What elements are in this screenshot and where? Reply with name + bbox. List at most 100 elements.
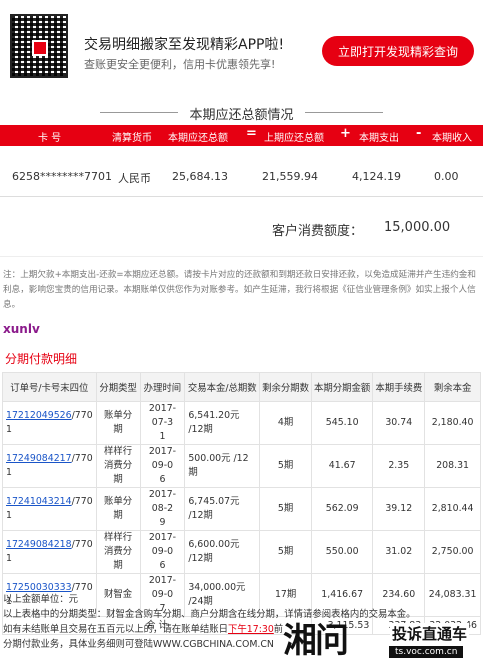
qr-code-icon: [10, 14, 68, 78]
card-tail: /770: [71, 539, 93, 550]
col-date: 办理时间: [139, 372, 186, 402]
principal-cell: 6,745.07元 /12期: [184, 487, 261, 531]
table-row: 17249084218/770 1 样样行消费分期 2017-09-0 6 6,60…: [2, 530, 481, 574]
credit-limit-label: 客户消费额度：: [272, 224, 364, 239]
amount-cell: 545.10: [311, 401, 374, 445]
summary-header-bar: 卡 号 清算货币 本期应还总额 = 上期应还总额 + 本期支出 - 本期收入: [0, 125, 483, 146]
summary-card-no: 6258********7701: [12, 170, 112, 183]
footer-unit: 以上金额单位：元: [3, 594, 79, 605]
left-cell: 2,750.00: [424, 530, 481, 574]
col-fee: 本期手续费: [372, 372, 426, 402]
date-text: 6: [159, 560, 166, 571]
equals-icon: =: [246, 126, 257, 141]
amount-cell: 550.00: [311, 530, 374, 574]
summary-income: 0.00: [434, 170, 459, 183]
installments-title: 分期付款明细: [5, 352, 78, 366]
order-link[interactable]: 17241043214: [6, 496, 72, 507]
card-tail: 1: [6, 467, 12, 478]
type-cell: 样样行消费分期: [95, 530, 141, 574]
logo-mark: 湘问: [283, 621, 349, 661]
order-cell: 17212049526/770 1: [2, 401, 97, 445]
footer-text: 前: [273, 624, 284, 635]
left-cell: 24,083.31: [424, 573, 481, 617]
header-currency: 清算货币: [112, 133, 152, 144]
header-last-due: 上期应还总额: [264, 133, 324, 144]
card-tail: 1: [6, 510, 12, 521]
remain-cell: 5期: [259, 487, 313, 531]
table-row: 17241043214/770 1 账单分期 2017-08-2 9 6,745.0…: [2, 487, 481, 531]
card-tail: /770: [71, 453, 93, 464]
summary-last-due: 21,559.94: [262, 170, 318, 183]
deadline-link[interactable]: 下午17:30: [228, 624, 274, 635]
principal-cell: 500.00元 /12期: [184, 444, 261, 488]
card-tail: /770: [71, 496, 93, 507]
open-app-button[interactable]: 立即打开发现精彩查询: [322, 36, 474, 66]
type-cell: 样样行消费分期: [95, 444, 141, 488]
col-order: 订单号/卡号末四位: [2, 372, 97, 402]
footer-text: 如有未结账单且交易在五百元以上的，请在账单结账日: [3, 624, 229, 635]
site-logo: 湘问 投诉直通车 ts.voc.com.cn: [283, 613, 483, 663]
left-cell: 2,180.40: [424, 401, 481, 445]
card-tail: 1: [6, 553, 12, 564]
fee-cell: 30.74: [372, 401, 426, 445]
logo-url: ts.voc.com.cn: [389, 646, 464, 658]
date-text: 2017-08-2: [148, 489, 177, 514]
date-cell: 2017-09-0 6: [139, 530, 186, 574]
plus-icon: +: [340, 126, 351, 141]
order-cell: 17249084217/770 1: [2, 444, 97, 488]
summary-currency: 人民币: [118, 172, 151, 185]
type-cell: 账单分期: [95, 487, 141, 531]
date-text: 6: [159, 474, 166, 485]
col-amount: 本期分期金额: [311, 372, 374, 402]
banner-subtitle: 查账更安全更便利，信用卡优惠领先享!: [84, 58, 276, 71]
credit-limit-value: 15,000.00: [384, 220, 451, 235]
statement-note: 注：上期欠款+本期支出-还款=本期应还总额。请按卡片对应的还款额和到期还款日安排…: [3, 270, 476, 310]
principal-cell: 6,600.00元 /12期: [184, 530, 261, 574]
card-tail: /770: [71, 410, 93, 421]
order-cell: 17241043214/770 1: [2, 487, 97, 531]
banner-title: 交易明细搬家至发现精彩APP啦!: [84, 37, 285, 53]
table-row: 17249084217/770 1 样样行消费分期 2017-09-0 6 500.…: [2, 444, 481, 488]
type-cell: 账单分期: [95, 401, 141, 445]
header-income: 本期收入: [432, 133, 472, 144]
remain-cell: 5期: [259, 444, 313, 488]
summary-due-total: 25,684.13: [172, 170, 228, 183]
date-text: 2017-09-0: [148, 532, 177, 557]
qr-logo: [32, 40, 48, 56]
left-cell: 208.31: [424, 444, 481, 488]
date-text: 2017-07-3: [148, 403, 177, 428]
order-cell: 17249084218/770 1: [2, 530, 97, 574]
order-link[interactable]: 17212049526: [6, 410, 72, 421]
fee-cell: 39.12: [372, 487, 426, 531]
footer-line3: 如有未结账单且交易在五百元以上的，请在账单结账日下午17:30前: [3, 621, 283, 635]
date-cell: 2017-09-0 6: [139, 444, 186, 488]
summary-expense: 4,124.19: [352, 170, 401, 183]
order-link[interactable]: 17249084217: [6, 453, 72, 464]
watermark-text: xunlv: [3, 322, 40, 336]
amount-cell: 41.67: [311, 444, 374, 488]
header-expense: 本期支出: [359, 133, 399, 144]
date-text: 2017-09-0: [148, 446, 177, 471]
header-card-no: 卡 号: [38, 133, 62, 144]
principal-cell: 6,541.20元 /12期: [184, 401, 261, 445]
footer-line4: 分期付款业务，具体业务细则可登陆WWW.CGBCHINA.COM.CN: [3, 639, 274, 650]
remain-cell: 5期: [259, 530, 313, 574]
date-cell: 2017-08-2 9: [139, 487, 186, 531]
table-header-row: 订单号/卡号末四位 分期类型 办理时间 交易本金/总期数 剩余分期数 本期分期金…: [2, 372, 481, 402]
divider: [0, 196, 483, 197]
logo-name: 投诉直通车: [390, 623, 470, 644]
order-link[interactable]: 17249084218: [6, 539, 72, 550]
fee-cell: 2.35: [372, 444, 426, 488]
date-text: 9: [159, 517, 166, 528]
remain-cell: 4期: [259, 401, 313, 445]
divider: [0, 256, 483, 257]
col-principal: 交易本金/总期数: [184, 372, 261, 402]
date-text: 1: [159, 431, 166, 442]
app-promo-banner[interactable]: 交易明细搬家至发现精彩APP啦! 查账更安全更便利，信用卡优惠领先享! 立即打开…: [0, 0, 483, 92]
card-tail: 1: [6, 424, 12, 435]
summary-section-title: 本期应还总额情况: [0, 104, 483, 123]
fee-cell: 31.02: [372, 530, 426, 574]
left-cell: 2,810.44: [424, 487, 481, 531]
col-type: 分期类型: [95, 372, 141, 402]
amount-cell: 562.09: [311, 487, 374, 531]
